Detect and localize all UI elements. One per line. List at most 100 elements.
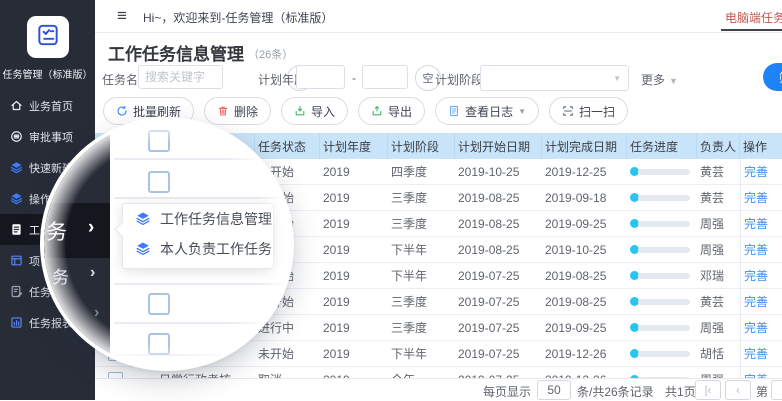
col-progress: 任务进度 — [627, 133, 697, 159]
删除-button[interactable]: 删除 — [204, 97, 271, 125]
plan-year-to-input[interactable] — [362, 65, 408, 89]
row-action-link[interactable]: 完善 — [744, 319, 768, 336]
cell-end-date: 2019-08-25 — [542, 263, 627, 288]
export-icon — [371, 105, 383, 117]
cell-progress — [627, 159, 697, 184]
select-caret-icon: ▼ — [613, 74, 621, 83]
log-icon — [448, 105, 460, 117]
home-icon — [10, 99, 23, 112]
cell-end-date: 2019-10-25 — [542, 237, 627, 262]
cube-icon — [10, 192, 23, 205]
row-action-link[interactable]: 完善 — [744, 345, 768, 362]
cell-start-date: 2019-07-25 — [455, 315, 542, 340]
per-page-input[interactable]: 50 — [537, 380, 571, 400]
cell-owner: 周强 — [697, 315, 740, 340]
cell-progress — [627, 237, 697, 262]
row-action-link[interactable]: 完善 — [744, 163, 768, 180]
cell-stage: 下半年 — [388, 237, 455, 262]
scan-icon — [562, 105, 574, 117]
magnifier-circle: 务 › 务 › › 工作任务信息管理本人负责工作任务 — [44, 121, 290, 367]
checklist-logo-icon — [35, 22, 61, 53]
topbar: ≡ Hi~，欢迎来到-任务管理（标准版） 电脑端任务管理 — [95, 0, 782, 33]
cell-year: 2019 — [320, 341, 388, 366]
submenu-item-工作任务信息管理[interactable]: 工作任务信息管理 — [123, 204, 273, 234]
record-count: （26条） — [248, 46, 293, 62]
cell-end-date: 2019-09-18 — [542, 185, 627, 210]
approve-icon — [10, 130, 23, 143]
progress-track — [638, 247, 690, 253]
cell-owner: 胡恬 — [697, 341, 740, 366]
cell-owner: 黄芸 — [697, 159, 740, 184]
cell-owner: 周强 — [697, 237, 740, 262]
cell-start-date: 2019-07-25 — [455, 341, 542, 366]
plan-stage-select[interactable]: ▼ — [480, 65, 629, 91]
chart-icon — [10, 316, 23, 329]
prev-page-button[interactable]: ‹ — [725, 380, 751, 400]
cell-start-date: 2019-07-25 — [455, 289, 542, 314]
progress-track — [638, 351, 690, 357]
app-name: 任务管理（标准版） — [0, 66, 95, 81]
progress-track — [638, 195, 690, 201]
tab-pc-task-management[interactable]: 电脑端任务管理 — [725, 9, 782, 26]
first-page-button[interactable]: |‹ — [695, 380, 721, 400]
submenu-item-本人负责工作任务[interactable]: 本人负责工作任务 — [123, 234, 273, 264]
cell-year: 2019 — [320, 263, 388, 288]
col-owner: 负责人 — [697, 133, 740, 159]
cell-progress — [627, 341, 697, 366]
exec-icon — [10, 285, 23, 298]
progress-track — [638, 169, 690, 175]
cell-owner: 黄芸 — [697, 289, 740, 314]
plan-year-from-input[interactable] — [296, 65, 345, 89]
cell-year: 2019 — [320, 289, 388, 314]
row-action-link[interactable]: 完善 — [744, 189, 768, 206]
submenu-popup: 工作任务信息管理本人负责工作任务 — [122, 203, 274, 269]
magnified-label-fragment: 务 — [46, 216, 67, 246]
hamburger-menu-icon[interactable]: ≡ — [117, 6, 127, 26]
import-icon — [294, 105, 306, 117]
caret-down-icon: ▼ — [518, 107, 526, 116]
row-action-link[interactable]: 完善 — [744, 293, 768, 310]
task-management-app: { "sidebar": { "logo_text": "任务管理（标准版）",… — [0, 0, 782, 400]
year-range-dash: - — [352, 71, 356, 85]
cell-progress — [627, 315, 697, 340]
progress-track — [638, 221, 690, 227]
tab-active-underline — [721, 29, 782, 31]
current-page-input[interactable]: 1 — [771, 380, 782, 400]
refresh-icon — [116, 105, 128, 117]
filter-button[interactable]: 筛选 — [763, 63, 782, 91]
progress-track — [638, 273, 690, 279]
cell-start-date: 2019-08-25 — [455, 211, 542, 236]
trash-icon — [217, 105, 229, 117]
sidebar-item-业务首页[interactable]: 业务首页 — [0, 90, 95, 121]
cell-status: 进行中 — [255, 315, 320, 340]
cube-icon — [10, 161, 23, 174]
导出-button[interactable]: 导出 — [358, 97, 425, 125]
cell-owner: 邓瑞 — [697, 263, 740, 288]
row-action-link[interactable]: 完善 — [744, 241, 768, 258]
cell-end-date: 2019-08-25 — [542, 289, 627, 314]
magnified-checkbox — [148, 171, 170, 193]
magnified-chevron-icon: › — [90, 264, 95, 282]
cell-start-date: 2019-08-25 — [455, 237, 542, 262]
row-action-link[interactable]: 完善 — [744, 215, 768, 232]
查看日志-button[interactable]: 查看日志 ▼ — [435, 97, 539, 125]
row-action-link[interactable]: 完善 — [744, 267, 768, 284]
col-status: 任务状态 — [255, 133, 320, 159]
cell-year: 2019 — [320, 185, 388, 210]
task-name-input[interactable] — [138, 65, 223, 89]
cell-end-date: 2019-12-25 — [542, 159, 627, 184]
cell-stage: 三季度 — [388, 315, 455, 340]
magnified-sidebar: 务 › 务 › › — [44, 121, 110, 367]
cell-stage: 下半年 — [388, 263, 455, 288]
magnified-row-line — [114, 158, 290, 160]
page-pre-label: 第 — [756, 383, 768, 400]
more-filters-button[interactable]: 更多▼ — [641, 71, 678, 88]
magnified-row-line — [114, 322, 290, 324]
导入-button[interactable]: 导入 — [281, 97, 348, 125]
cell-start-date: 2019-08-25 — [455, 185, 542, 210]
扫一扫-button[interactable]: 扫一扫 — [549, 97, 628, 125]
total-pages: 共1页 — [665, 383, 696, 400]
app-logo — [27, 16, 69, 58]
cell-stage: 下半年 — [388, 341, 455, 366]
col-stage: 计划阶段 — [388, 133, 455, 159]
